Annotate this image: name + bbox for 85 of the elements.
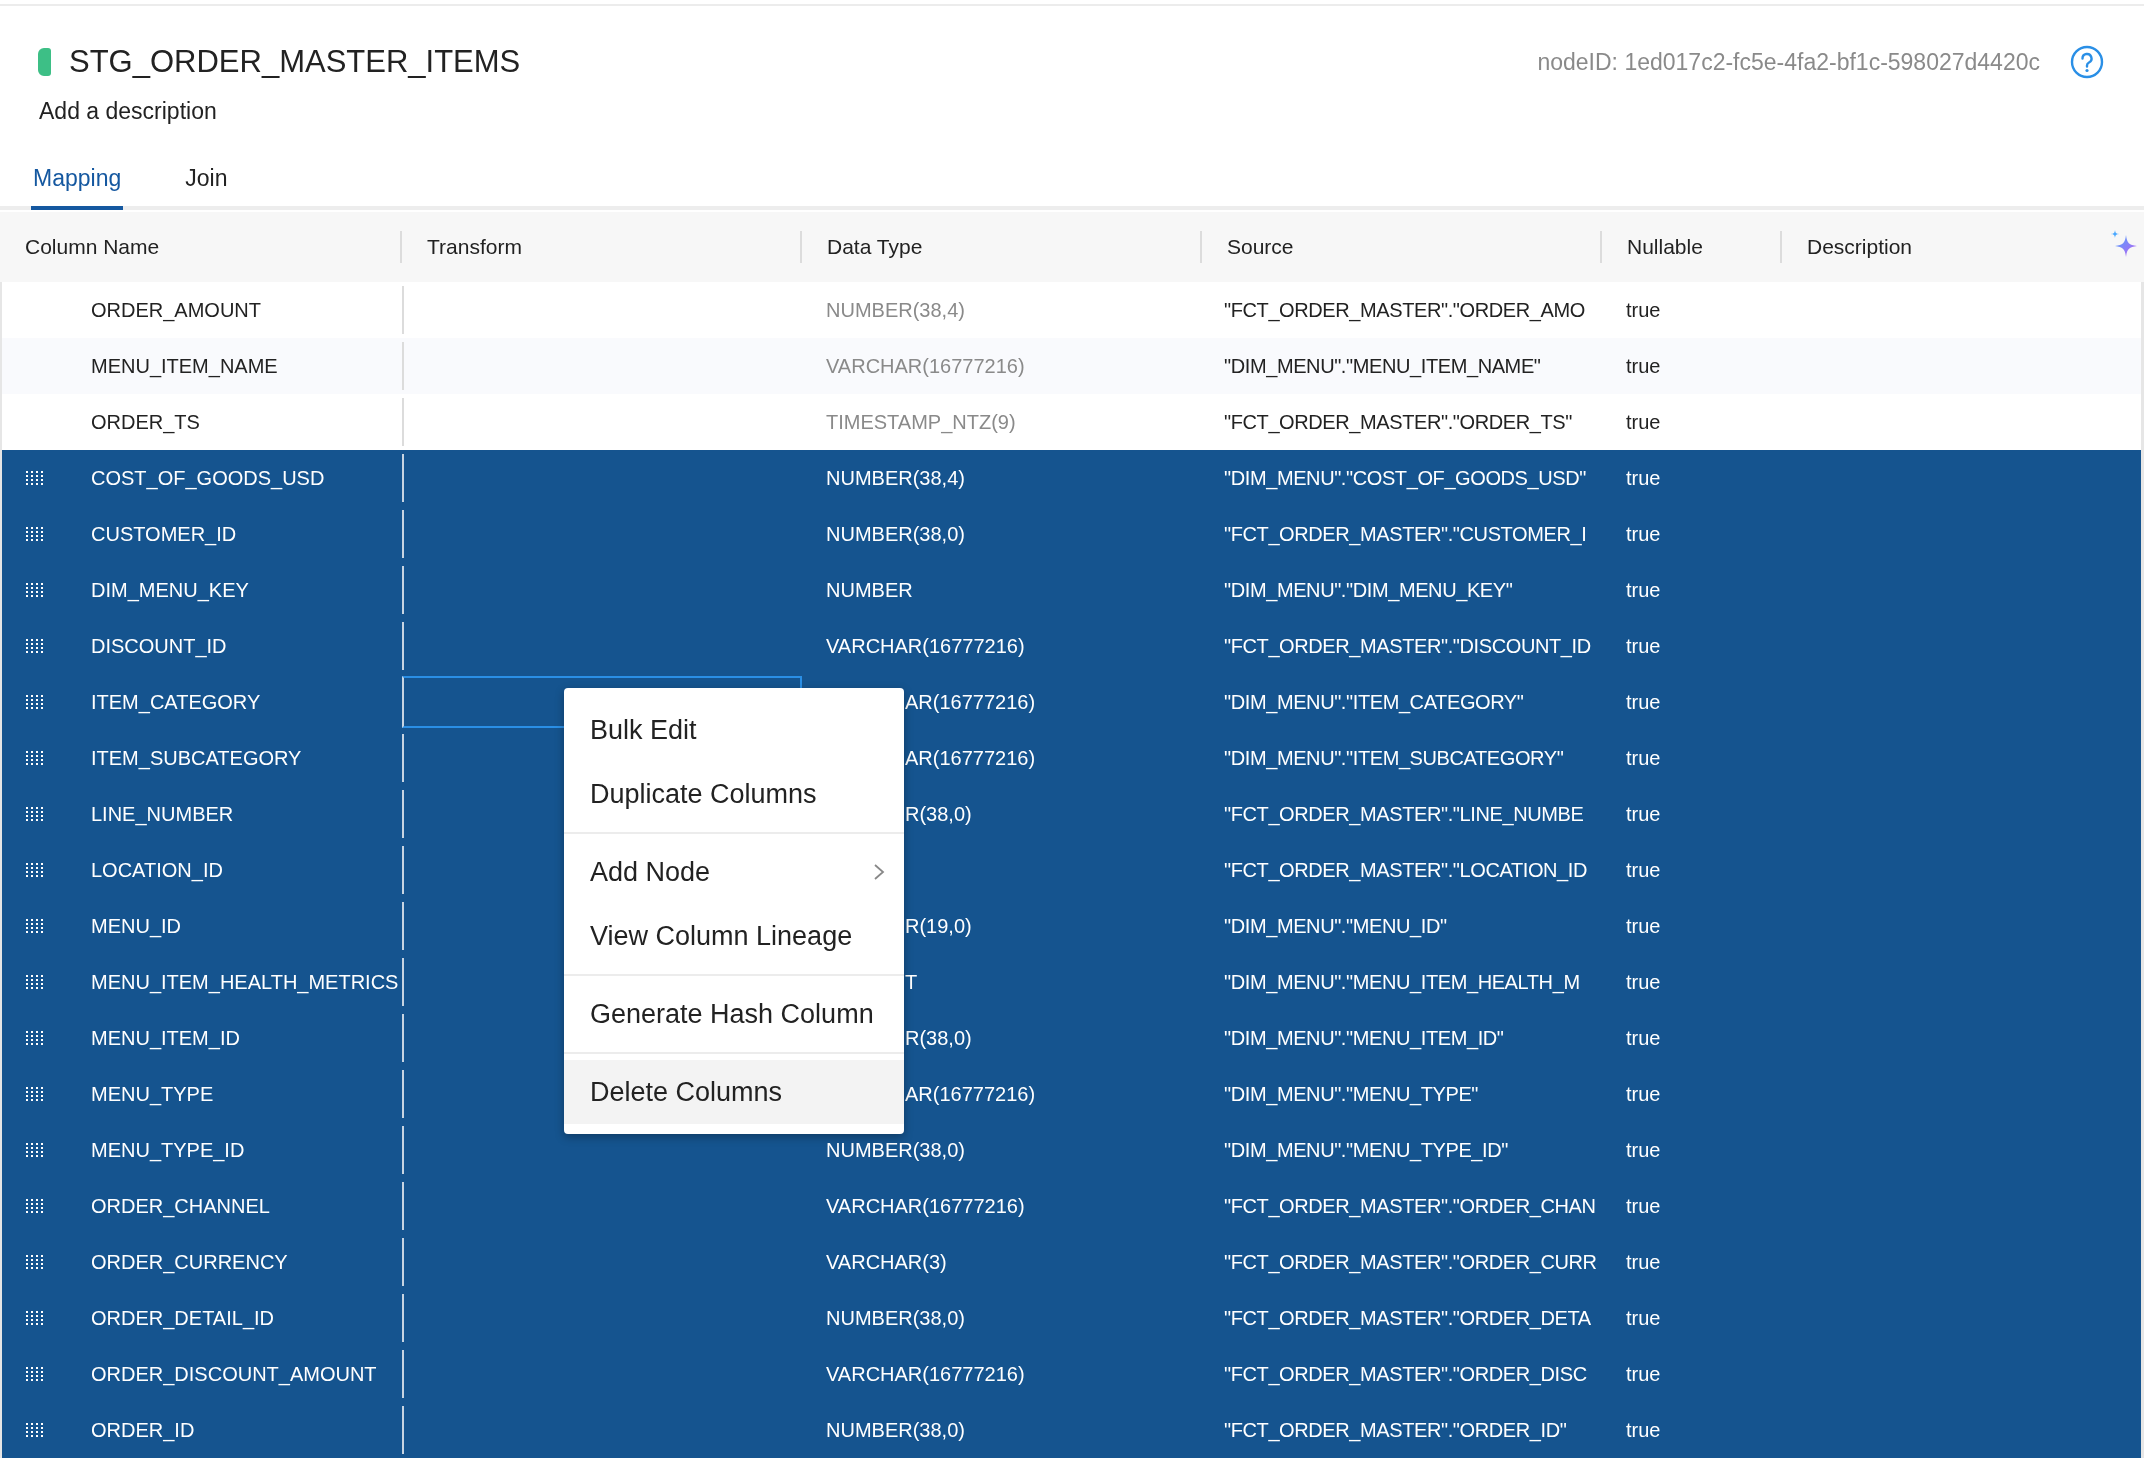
data-type: R(19,0)	[905, 914, 972, 938]
node-id: nodeID: 1ed017c2-fc5e-4fa2-bf1c-598027d4420c	[1537, 48, 2040, 76]
column-name: CUSTOMER_ID	[91, 522, 237, 546]
data-type: TIMESTAMP_NTZ(9)	[826, 410, 1016, 434]
nullable-value: true	[1626, 1026, 1661, 1050]
data-type: NUMBER(38,0)	[826, 1418, 965, 1442]
node-title: STG_ORDER_MASTER_ITEMS	[69, 44, 521, 80]
nullable-value: true	[1626, 1082, 1661, 1106]
source-path: "FCT_ORDER_MASTER"."ORDER_CURR	[1224, 1250, 1597, 1274]
column-name: MENU_ITEM_ID	[91, 1026, 240, 1050]
nullable-value: true	[1626, 354, 1661, 378]
source-path: "FCT_ORDER_MASTER"."ORDER_ID"	[1224, 1418, 1567, 1442]
source-path: "DIM_MENU"."MENU_ITEM_HEALTH_M	[1224, 970, 1580, 994]
nullable-value: true	[1626, 1250, 1661, 1274]
column-name: LINE_NUMBER	[91, 802, 234, 826]
nullable-value: true	[1626, 690, 1661, 714]
source-path: "DIM_MENU"."ITEM_CATEGORY"	[1224, 690, 1524, 714]
data-type: VARCHAR(16777216)	[826, 634, 1025, 658]
column-name: ITEM_CATEGORY	[91, 690, 261, 714]
column-name: ORDER_CHANNEL	[91, 1194, 270, 1218]
nullable-value: true	[1626, 1194, 1661, 1218]
data-type: AR(16777216)	[905, 746, 1036, 770]
column-name: DISCOUNT_ID	[91, 634, 227, 658]
source-path: "DIM_MENU"."ITEM_SUBCATEGORY"	[1224, 746, 1564, 770]
data-type: NUMBER(38,4)	[826, 298, 965, 322]
column-name: ORDER_DETAIL_ID	[91, 1306, 274, 1330]
source-path: "FCT_ORDER_MASTER"."ORDER_DISC	[1224, 1362, 1587, 1386]
data-type: R(38,0)	[905, 1026, 972, 1050]
data-type: AR(16777216)	[905, 1082, 1036, 1106]
source-path: "DIM_MENU"."COST_OF_GOODS_USD"	[1224, 466, 1586, 490]
source-path: "FCT_ORDER_MASTER"."LOCATION_ID	[1224, 858, 1588, 882]
nullable-value: true	[1626, 298, 1661, 322]
column-name: ORDER_CURRENCY	[91, 1250, 288, 1274]
source-path: "DIM_MENU"."MENU_ID"	[1224, 914, 1447, 938]
column-name: LOCATION_ID	[91, 858, 223, 882]
nullable-value: true	[1626, 858, 1661, 882]
column-name: ORDER_ID	[91, 1418, 195, 1442]
source-path: "DIM_MENU"."DIM_MENU_KEY"	[1224, 578, 1513, 602]
source-path: "DIM_MENU"."MENU_ITEM_ID"	[1224, 1026, 1504, 1050]
column-name: MENU_ID	[91, 914, 181, 938]
nullable-value: true	[1626, 802, 1661, 826]
nullable-value: true	[1626, 1362, 1661, 1386]
nullable-value: true	[1626, 1138, 1661, 1162]
data-type: VARCHAR(16777216)	[826, 1362, 1025, 1386]
column-name: MENU_TYPE_ID	[91, 1138, 245, 1162]
nullable-value: true	[1626, 914, 1661, 938]
data-type: VARCHAR(3)	[826, 1250, 947, 1274]
nullable-value: true	[1626, 746, 1661, 770]
data-type: AR(16777216)	[905, 690, 1036, 714]
source-path: "FCT_ORDER_MASTER"."ORDER_AMO	[1224, 298, 1585, 322]
column-name: ORDER_DISCOUNT_AMOUNT	[91, 1362, 377, 1386]
source-path: "DIM_MENU"."MENU_TYPE_ID"	[1224, 1138, 1508, 1162]
data-type: VARCHAR(16777216)	[826, 354, 1025, 378]
nullable-value: true	[1626, 466, 1661, 490]
source-path: "FCT_ORDER_MASTER"."LINE_NUMBE	[1224, 802, 1584, 826]
nullable-value: true	[1626, 970, 1661, 994]
column-name: DIM_MENU_KEY	[91, 578, 249, 602]
data-type: NUMBER(38,0)	[826, 522, 965, 546]
nullable-value: true	[1626, 410, 1661, 434]
nullable-value: true	[1626, 634, 1661, 658]
column-name: ORDER_AMOUNT	[91, 298, 261, 322]
data-type: NUMBER(38,0)	[826, 1306, 965, 1330]
data-type: NUMBER(38,4)	[826, 466, 965, 490]
column-name: MENU_TYPE	[91, 1082, 214, 1106]
data-type: NUMBER	[826, 578, 913, 602]
column-name: COST_OF_GOODS_USD	[91, 466, 325, 490]
data-type: T	[905, 970, 918, 994]
nullable-value: true	[1626, 522, 1661, 546]
data-type: R(38,0)	[905, 802, 972, 826]
source-path: "DIM_MENU"."MENU_TYPE"	[1224, 1082, 1479, 1106]
column-name: MENU_ITEM_NAME	[91, 354, 278, 378]
nullable-value: true	[1626, 1418, 1661, 1442]
source-path: "DIM_MENU"."MENU_ITEM_NAME"	[1224, 354, 1541, 378]
source-path: "FCT_ORDER_MASTER"."ORDER_CHAN	[1224, 1194, 1596, 1218]
nullable-value: true	[1626, 1306, 1661, 1330]
source-path: "FCT_ORDER_MASTER"."ORDER_DETA	[1224, 1306, 1591, 1330]
column-name: ORDER_TS	[91, 410, 200, 434]
data-type: VARCHAR(16777216)	[826, 1194, 1025, 1218]
column-name: ITEM_SUBCATEGORY	[91, 746, 302, 770]
source-path: "FCT_ORDER_MASTER"."ORDER_TS"	[1224, 410, 1572, 434]
data-type: NUMBER(38,0)	[826, 1138, 965, 1162]
nullable-value: true	[1626, 578, 1661, 602]
column-name: MENU_ITEM_HEALTH_METRICS	[91, 970, 399, 994]
source-path: "FCT_ORDER_MASTER"."CUSTOMER_I	[1224, 522, 1587, 546]
source-path: "FCT_ORDER_MASTER"."DISCOUNT_ID	[1224, 634, 1591, 658]
